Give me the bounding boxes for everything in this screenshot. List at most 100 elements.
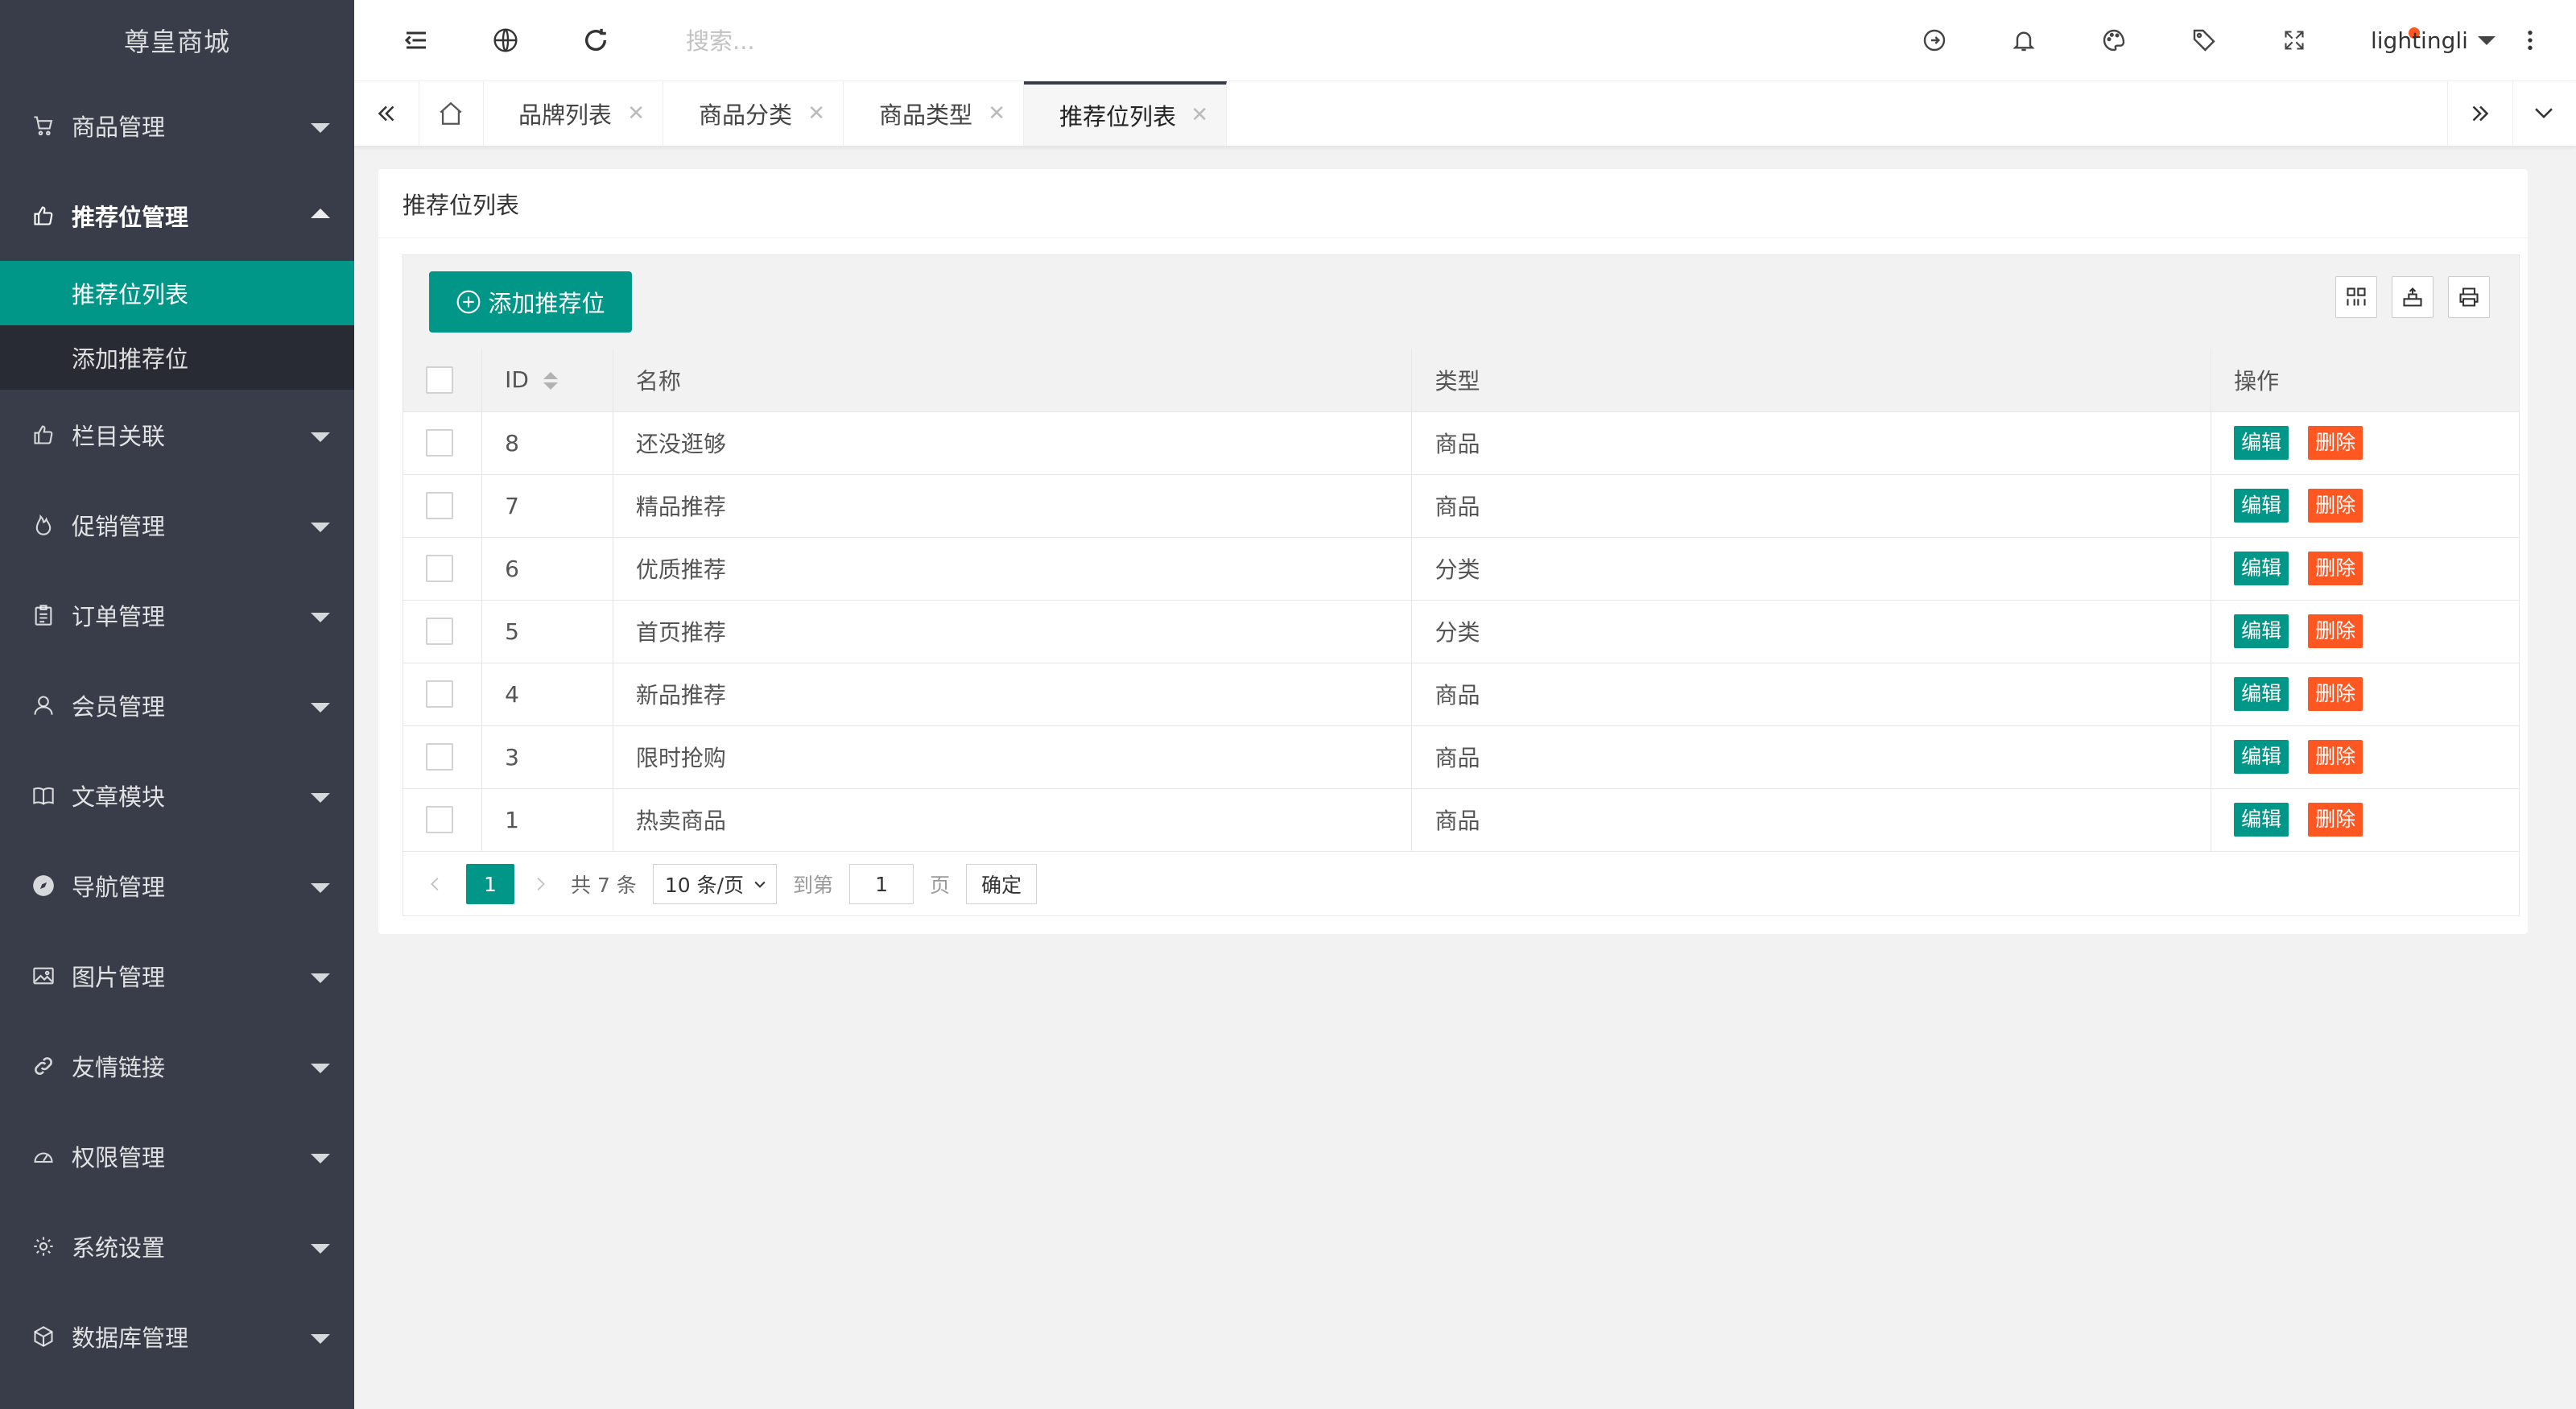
cart-icon bbox=[32, 114, 55, 137]
menu-item-goods[interactable]: 商品管理 bbox=[0, 81, 354, 171]
menu-item-articles[interactable]: 文章模块 bbox=[0, 750, 354, 841]
tabs-scroll-left[interactable] bbox=[354, 81, 419, 146]
tab-bar: 品牌列表 ✕ 商品分类 ✕ 商品类型 ✕ 推荐位列表 ✕ bbox=[354, 81, 2576, 147]
prev-page-icon[interactable] bbox=[421, 870, 450, 899]
column-header-id[interactable]: ID bbox=[481, 349, 613, 412]
more-vertical-icon[interactable] bbox=[2526, 27, 2534, 53]
menu-item-navigation[interactable]: 导航管理 bbox=[0, 841, 354, 931]
row-checkbox[interactable] bbox=[426, 555, 453, 582]
cell-name: 精品推荐 bbox=[613, 474, 1413, 538]
goto-confirm-button[interactable]: 确定 bbox=[966, 864, 1038, 904]
menu-item-recommend[interactable]: 推荐位管理 bbox=[0, 171, 354, 261]
menu-label: 系统设置 bbox=[72, 1234, 166, 1262]
delete-button[interactable]: 删除 bbox=[2308, 614, 2363, 648]
refresh-icon[interactable] bbox=[582, 27, 609, 54]
submenu-item-add-recommend[interactable]: 添加推荐位 bbox=[0, 325, 354, 390]
edit-button[interactable]: 编辑 bbox=[2234, 426, 2289, 460]
tag-icon[interactable] bbox=[2191, 27, 2217, 53]
select-all-checkbox[interactable] bbox=[426, 366, 453, 394]
delete-button[interactable]: 删除 bbox=[2308, 426, 2363, 460]
delete-button[interactable]: 删除 bbox=[2308, 677, 2363, 711]
submenu-item-recommend-list[interactable]: 推荐位列表 bbox=[0, 261, 354, 325]
cell-type: 分类 bbox=[1411, 537, 2212, 601]
card-title: 推荐位列表 bbox=[378, 169, 2528, 238]
collapse-menu-icon[interactable] bbox=[402, 26, 431, 55]
edit-button[interactable]: 编辑 bbox=[2234, 614, 2289, 648]
delete-button[interactable]: 删除 bbox=[2308, 740, 2363, 774]
bell-icon[interactable] bbox=[2011, 27, 2037, 53]
tabs-scroll-right[interactable] bbox=[2447, 81, 2513, 146]
search-input[interactable] bbox=[684, 21, 977, 61]
tab-home[interactable] bbox=[419, 81, 484, 146]
row-checkbox[interactable] bbox=[426, 492, 453, 519]
picture-icon bbox=[32, 965, 55, 987]
delete-button[interactable]: 删除 bbox=[2308, 803, 2363, 837]
tab-brand-list[interactable]: 品牌列表 ✕ bbox=[483, 81, 663, 146]
menu-item-column-relation[interactable]: 栏目关联 bbox=[0, 390, 354, 480]
print-icon[interactable] bbox=[2448, 276, 2490, 318]
edit-button[interactable]: 编辑 bbox=[2234, 489, 2289, 523]
close-icon[interactable]: ✕ bbox=[1191, 103, 1208, 127]
goto-page-input[interactable] bbox=[849, 864, 914, 904]
row-checkbox[interactable] bbox=[426, 680, 453, 708]
cell-type: 商品 bbox=[1411, 725, 2212, 789]
chevron-down-icon bbox=[311, 1064, 330, 1073]
export-icon[interactable] bbox=[2392, 276, 2434, 318]
cell-id: 4 bbox=[481, 663, 613, 726]
edit-button[interactable]: 编辑 bbox=[2234, 740, 2289, 774]
delete-button[interactable]: 删除 bbox=[2308, 552, 2363, 585]
menu-label: 会员管理 bbox=[72, 693, 166, 721]
submenu-recommend: 推荐位列表 添加推荐位 bbox=[0, 261, 354, 390]
menu-item-pictures[interactable]: 图片管理 bbox=[0, 931, 354, 1021]
menu-item-promotion[interactable]: 促销管理 bbox=[0, 480, 354, 570]
menu-item-database[interactable]: 数据库管理 bbox=[0, 1291, 354, 1382]
row-checkbox[interactable] bbox=[426, 743, 453, 771]
chevron-down-icon bbox=[311, 432, 330, 442]
menu-item-system-settings[interactable]: 系统设置 bbox=[0, 1201, 354, 1291]
menu-label: 图片管理 bbox=[72, 964, 166, 991]
cell-type: 商品 bbox=[1411, 474, 2212, 538]
row-checkbox[interactable] bbox=[426, 806, 453, 833]
row-checkbox[interactable] bbox=[426, 618, 453, 645]
tab-goods-category[interactable]: 商品分类 ✕ bbox=[663, 81, 844, 146]
menu-label: 推荐位管理 bbox=[72, 204, 189, 231]
tab-recommend-list[interactable]: 推荐位列表 ✕ bbox=[1024, 81, 1227, 146]
sort-icon[interactable] bbox=[543, 372, 558, 390]
page-size-value: 10 条/页 bbox=[664, 874, 744, 897]
close-icon[interactable]: ✕ bbox=[988, 101, 1005, 126]
add-recommend-button[interactable]: 添加推荐位 bbox=[429, 271, 632, 333]
page-label: 页 bbox=[930, 874, 951, 897]
menu-item-members[interactable]: 会员管理 bbox=[0, 660, 354, 750]
menu-item-orders[interactable]: 订单管理 bbox=[0, 570, 354, 660]
add-button-label: 添加推荐位 bbox=[488, 290, 605, 317]
next-page-icon[interactable] bbox=[526, 870, 555, 899]
column-header-type: 类型 bbox=[1411, 349, 2212, 412]
tab-label: 推荐位列表 bbox=[1059, 103, 1177, 130]
user-menu[interactable]: lightingli bbox=[2371, 0, 2496, 81]
edit-button[interactable]: 编辑 bbox=[2234, 803, 2289, 837]
tab-goods-type[interactable]: 商品类型 ✕ bbox=[844, 81, 1024, 146]
current-page[interactable]: 1 bbox=[466, 864, 514, 904]
menu-item-permissions[interactable]: 权限管理 bbox=[0, 1111, 354, 1201]
row-checkbox[interactable] bbox=[426, 429, 453, 457]
page-size-select[interactable]: 10 条/页 bbox=[652, 864, 777, 904]
columns-filter-icon[interactable] bbox=[2335, 276, 2377, 318]
clipboard-icon bbox=[32, 604, 55, 626]
close-icon[interactable]: ✕ bbox=[807, 101, 825, 126]
tab-label: 商品分类 bbox=[699, 101, 793, 129]
tabs-dropdown[interactable] bbox=[2512, 81, 2576, 146]
chevron-down-icon bbox=[311, 793, 330, 803]
column-header-ops: 操作 bbox=[2211, 349, 2519, 412]
sidebar: 尊皇商城 商品管理 推荐位管理 推荐位列表 添加推荐位 栏目关联 促销管理 订单… bbox=[0, 0, 354, 1409]
table-row: 1 热卖商品 商品 编辑 删除 bbox=[403, 788, 2519, 852]
edit-button[interactable]: 编辑 bbox=[2234, 552, 2289, 585]
theme-palette-icon[interactable] bbox=[2101, 27, 2127, 53]
chevron-down-icon bbox=[311, 123, 330, 133]
delete-button[interactable]: 删除 bbox=[2308, 489, 2363, 523]
fullscreen-icon[interactable] bbox=[2283, 29, 2306, 52]
globe-icon[interactable] bbox=[493, 27, 518, 53]
lock-screen-icon[interactable] bbox=[1922, 27, 1947, 53]
menu-item-friend-links[interactable]: 友情链接 bbox=[0, 1021, 354, 1111]
close-icon[interactable]: ✕ bbox=[627, 101, 645, 126]
edit-button[interactable]: 编辑 bbox=[2234, 677, 2289, 711]
